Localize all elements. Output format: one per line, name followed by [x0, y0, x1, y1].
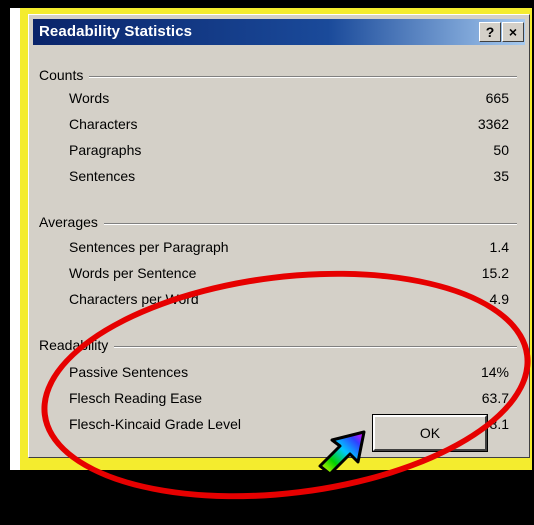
title-bar: Readability Statistics ? ×	[33, 19, 525, 45]
stat-label: Sentences	[69, 168, 136, 184]
stat-row-sentences-per-paragraph: Sentences per Paragraph 1.4	[69, 237, 509, 257]
stat-label: Passive Sentences	[69, 364, 189, 380]
stat-row-words: Words 665	[69, 88, 509, 108]
averages-group-label: Averages	[39, 214, 104, 230]
close-button[interactable]: ×	[502, 22, 524, 42]
readability-statistics-dialog: Readability Statistics ? × Counts Words …	[28, 14, 530, 458]
stat-value: 63.7	[481, 390, 509, 406]
averages-divider	[39, 223, 517, 225]
stat-label: Characters	[69, 116, 138, 132]
stat-value: 15.2	[481, 265, 509, 281]
counts-divider	[39, 76, 517, 78]
stat-label: Flesch Reading Ease	[69, 390, 203, 406]
stat-label: Words per Sentence	[69, 265, 197, 281]
stat-value: 4.9	[489, 291, 509, 307]
stat-row-paragraphs: Paragraphs 50	[69, 140, 509, 160]
stat-label: Words	[69, 90, 110, 106]
stat-row-sentences: Sentences 35	[69, 166, 509, 186]
readability-group-label: Readability	[39, 337, 115, 353]
stat-row-characters: Characters 3362	[69, 114, 509, 134]
stat-value: 665	[485, 90, 509, 106]
stat-value: 35	[493, 168, 509, 184]
stat-value: 3362	[477, 116, 509, 132]
dialog-title: Readability Statistics	[39, 23, 193, 40]
stat-value: 1.4	[489, 239, 509, 255]
left-white-edge	[10, 8, 20, 470]
stat-value: 8.1	[489, 416, 509, 432]
stat-label: Paragraphs	[69, 142, 142, 158]
stat-label: Flesch-Kincaid Grade Level	[69, 416, 241, 432]
stat-row-words-per-sentence: Words per Sentence 15.2	[69, 263, 509, 283]
stat-value: 50	[493, 142, 509, 158]
stat-label: Characters per Word	[69, 291, 199, 307]
stat-row-characters-per-word: Characters per Word 4.9	[69, 289, 509, 309]
ok-button[interactable]: OK	[372, 414, 488, 452]
help-button[interactable]: ?	[479, 22, 501, 42]
stat-row-passive-sentences: Passive Sentences 14%	[69, 362, 509, 382]
counts-group-label: Counts	[39, 67, 90, 83]
rainbow-arrow-icon	[318, 430, 366, 476]
stat-row-flesch-reading-ease: Flesch Reading Ease 63.7	[69, 388, 509, 408]
stat-label: Sentences per Paragraph	[69, 239, 229, 255]
stat-value: 14%	[480, 364, 509, 380]
